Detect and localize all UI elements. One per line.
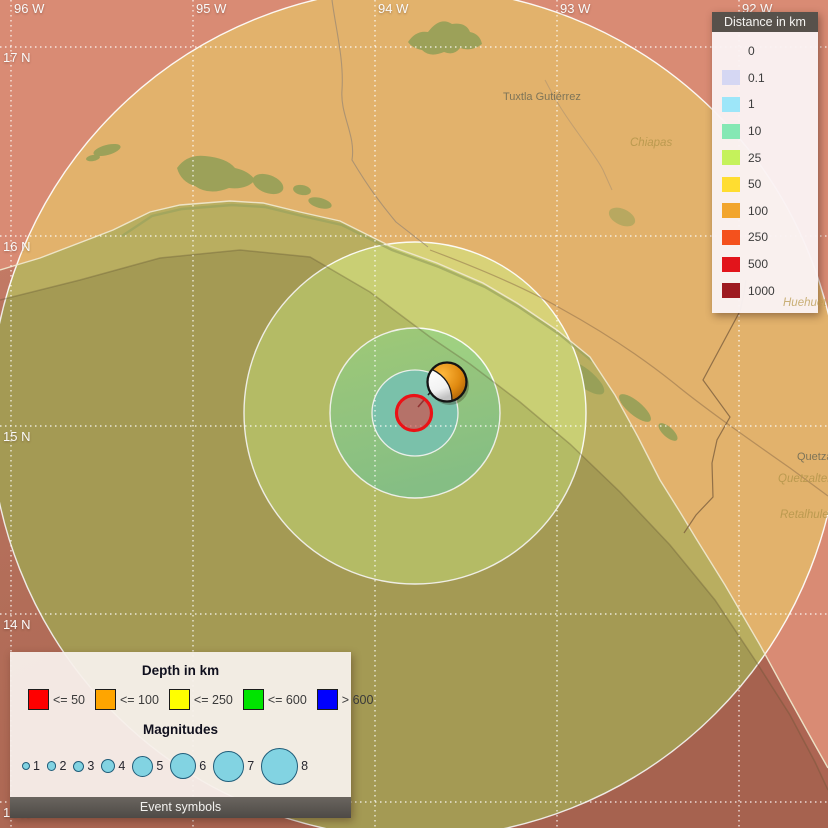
distance-legend-item: 1 [712, 91, 818, 118]
distance-legend-item: 25 [712, 144, 818, 171]
depth-legend-item: <= 100 [95, 689, 159, 710]
grid-label-96W: 96 W [14, 1, 44, 16]
magnitude-legend-item: 6 [170, 753, 206, 779]
magnitude-symbol-circle [47, 761, 57, 771]
depth-legend-item: > 600 [317, 689, 374, 710]
distance-legend-item: 50 [712, 171, 818, 198]
distance-legend-item: 0 [712, 38, 818, 65]
depth-color-swatch [317, 689, 338, 710]
distance-legend-item: 10 [712, 118, 818, 145]
depth-color-swatch [169, 689, 190, 710]
depth-color-swatch [243, 689, 264, 710]
distance-color-swatch [722, 230, 740, 245]
region-label: Chiapas [630, 137, 672, 149]
depth-value-label: > 600 [342, 693, 374, 707]
depth-legend-item: <= 600 [243, 689, 307, 710]
epicenter-marker[interactable] [397, 396, 432, 431]
event-symbols-body: Depth in km <= 50<= 100<= 250<= 600> 600… [10, 652, 351, 797]
event-symbols-panel: Depth in km <= 50<= 100<= 250<= 600> 600… [10, 652, 351, 818]
depth-legend-title: Depth in km [10, 652, 351, 678]
region-label: Quetzaltena [778, 473, 828, 485]
grid-label-17N: 17 N [3, 50, 30, 65]
magnitude-symbol-circle [101, 759, 115, 773]
grid-label-94W: 94 W [378, 1, 408, 16]
grid-label-95W: 95 W [196, 1, 226, 16]
grid-label-93W: 93 W [560, 1, 590, 16]
magnitude-symbol-circle [261, 748, 298, 785]
magnitude-value-label: 8 [301, 759, 308, 773]
distance-value-label: 25 [748, 151, 761, 165]
distance-value-label: 1 [748, 97, 755, 111]
magnitude-legend-item: 3 [73, 759, 94, 773]
region-label: Huehuete [783, 297, 828, 309]
distance-legend-item: 500 [712, 251, 818, 278]
depth-legend-item: <= 50 [28, 689, 85, 710]
distance-color-swatch [722, 283, 740, 298]
magnitude-legend-item: 4 [101, 759, 125, 773]
magnitude-legend-item: 8 [261, 748, 308, 785]
depth-legend-item: <= 250 [169, 689, 233, 710]
distance-value-label: 250 [748, 230, 768, 244]
magnitude-value-label: 6 [199, 759, 206, 773]
depth-color-swatch [28, 689, 49, 710]
distance-color-swatch [722, 150, 740, 165]
depth-value-label: <= 100 [120, 693, 159, 707]
distance-value-label: 1000 [748, 284, 775, 298]
distance-color-swatch [722, 257, 740, 272]
distance-color-swatch [722, 124, 740, 139]
event-symbols-footer: Event symbols [10, 797, 351, 818]
distance-legend-item: 100 [712, 198, 818, 225]
distance-value-label: 50 [748, 177, 761, 191]
distance-value-label: 0.1 [748, 71, 765, 85]
magnitude-value-label: 3 [87, 759, 94, 773]
magnitude-value-label: 7 [247, 759, 254, 773]
magnitude-legend-item: 1 [22, 759, 40, 773]
depth-color-swatch [95, 689, 116, 710]
distance-value-label: 0 [748, 44, 755, 58]
distance-color-swatch [722, 97, 740, 112]
distance-value-label: 500 [748, 257, 768, 271]
magnitude-value-label: 4 [118, 759, 125, 773]
distance-legend-item: 250 [712, 224, 818, 251]
grid-label-16N: 16 N [3, 239, 30, 254]
magnitude-value-label: 1 [33, 759, 40, 773]
distance-legend-title: Distance in km [712, 12, 818, 32]
distance-value-label: 10 [748, 124, 761, 138]
magnitude-symbol-circle [22, 762, 30, 770]
magnitude-symbol-circle [170, 753, 196, 779]
magnitude-legend-item: 7 [213, 751, 254, 782]
magnitude-symbol-circle [73, 761, 84, 772]
depth-legend-row: <= 50<= 100<= 250<= 600> 600 [10, 678, 351, 710]
distance-legend-item: 0.1 [712, 65, 818, 92]
magnitude-symbol-circle [132, 756, 153, 777]
distance-color-swatch [722, 177, 740, 192]
distance-color-swatch [722, 70, 740, 85]
magnitude-legend-row: 1 2 3 4 5 6 7 8 [10, 737, 351, 787]
magnitude-legend-title: Magnitudes [10, 710, 351, 737]
grid-label-15N: 15 N [3, 429, 30, 444]
magnitude-symbol-circle [213, 751, 244, 782]
magnitude-legend-item: 5 [132, 756, 163, 777]
seismic-map-stage[interactable]: 96 W95 W94 W93 W92 W17 N16 N15 N14 N13 N… [0, 0, 828, 828]
magnitude-value-label: 5 [156, 759, 163, 773]
city-label: Tuxtla Gutiérrez [503, 91, 581, 103]
depth-value-label: <= 600 [268, 693, 307, 707]
magnitude-legend-item: 2 [47, 759, 66, 773]
distance-legend-panel: Distance in km 0 0.1 1 10 25 50 100 250 500 1000 [712, 12, 818, 313]
distance-value-label: 100 [748, 204, 768, 218]
depth-value-label: <= 50 [53, 693, 85, 707]
distance-legend-body: 0 0.1 1 10 25 50 100 250 500 1000 [712, 32, 818, 313]
depth-value-label: <= 250 [194, 693, 233, 707]
region-label: Retalhuleu [780, 509, 828, 521]
distance-color-swatch [722, 203, 740, 218]
magnitude-value-label: 2 [59, 759, 66, 773]
grid-label-14N: 14 N [3, 617, 30, 632]
distance-color-swatch [722, 44, 740, 59]
city-label: Quetzalte [797, 451, 828, 463]
